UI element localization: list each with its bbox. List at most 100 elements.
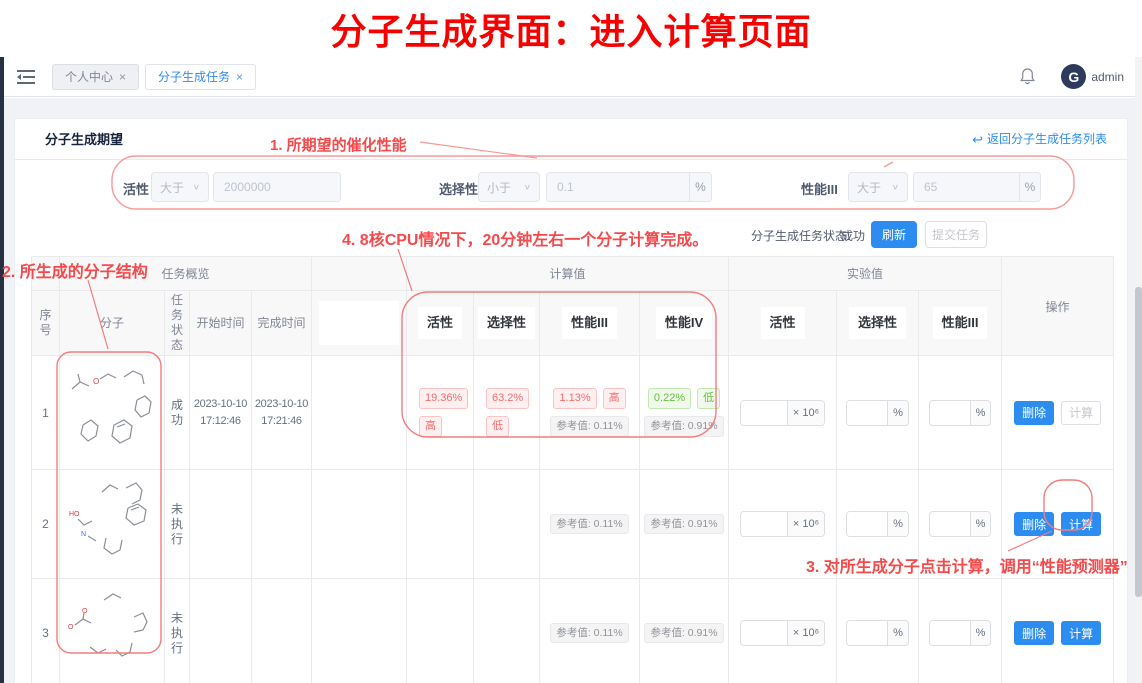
exp-selectivity-input[interactable] [847, 512, 887, 536]
table-row: 3 O O 未执行 [32, 579, 1114, 683]
svg-text:N: N [81, 531, 86, 538]
start-time [190, 470, 252, 579]
molecule-structure: O O [60, 579, 165, 683]
empty-group-cell [32, 257, 60, 291]
reference-badge: 参考值: 0.11% [550, 416, 628, 437]
task-status-row: 分子生成任务状态: 成功 刷新 提交任务 [15, 221, 1127, 249]
exp-perf3-input[interactable] [930, 401, 970, 425]
delete-button[interactable]: 删除 [1014, 621, 1054, 645]
level-badge: 低 [697, 388, 720, 409]
calc-perf4-cell: 0.22% 低 参考值: 0.91% [640, 356, 729, 470]
action-cell: 删除 计算 [1002, 470, 1114, 579]
end-time: 2023-10-10 17:21:46 [252, 356, 312, 470]
calc-selectivity-cell [474, 579, 540, 683]
row-index: 2 [32, 470, 60, 579]
column-exp-selectivity: 选择性 [837, 291, 919, 356]
perf3-label: 性能III [801, 179, 838, 198]
column-start-time: 开始时间 [190, 291, 252, 356]
column-calc-activity: 活性 [407, 291, 474, 356]
calc-perf4-cell: 参考值: 0.91% [640, 470, 729, 579]
scrollbar-thumb[interactable] [1135, 287, 1142, 597]
sub-header-row: 序号 分子 任务状态 开始时间 完成时间 活性 选择性 性能III 性能IV 活… [32, 291, 1114, 356]
exp-selectivity-input[interactable] [847, 401, 887, 425]
exp-activity-input[interactable] [741, 401, 787, 425]
row-status: 未执行 [165, 470, 190, 579]
row-index: 1 [32, 356, 60, 470]
calc-button[interactable]: 计算 [1061, 401, 1101, 425]
reference-badge: 参考值: 0.11% [550, 623, 628, 644]
group-calculated-values: 计算值 [407, 257, 729, 291]
column-action: 操作 [1002, 257, 1114, 356]
perf3-operator-select[interactable]: 大于 ∨ [848, 172, 908, 202]
calc-perf4-cell: 参考值: 0.91% [640, 579, 729, 683]
operator-value: 大于 [857, 179, 881, 196]
exp-perf3-cell: % [919, 470, 1002, 579]
selectivity-input-wrap: % [546, 172, 712, 202]
activity-input-wrap [213, 172, 341, 202]
submit-task-button[interactable]: 提交任务 [925, 221, 987, 248]
row-status: 未执行 [165, 579, 190, 683]
operator-value: 小于 [487, 179, 511, 196]
refresh-button[interactable]: 刷新 [871, 221, 917, 248]
card-header: 分子生成期望 ↩ 返回分子生成任务列表 [15, 119, 1127, 160]
exp-selectivity-cell: % [837, 470, 919, 579]
selectivity-input[interactable] [547, 173, 689, 201]
selectivity-operator-select[interactable]: 小于 ∨ [478, 172, 540, 202]
column-calc-selectivity: 选择性 [474, 291, 540, 356]
exp-selectivity-cell: % [837, 579, 919, 683]
exp-selectivity-input[interactable] [847, 621, 887, 645]
notification-bell-icon[interactable] [1020, 68, 1035, 85]
level-badge: 高 [419, 416, 442, 437]
percent-suffix: % [689, 173, 711, 201]
calc-selectivity-cell [474, 470, 540, 579]
percent-suffix: % [970, 512, 991, 536]
calc-button-highlighted[interactable]: 计算 [1061, 512, 1101, 536]
tab-molecule-generation-task[interactable]: 分子生成任务 × [145, 64, 256, 90]
action-cell: 删除 计算 [1002, 579, 1114, 683]
column-exp-activity: 活性 [729, 291, 837, 356]
column-molecule: 分子 [60, 291, 165, 356]
exp-activity-cell: × 10⁶ [729, 579, 837, 683]
exp-activity-input[interactable] [741, 512, 787, 536]
operator-value: 大于 [160, 179, 184, 196]
reference-badge: 参考值: 0.91% [644, 416, 723, 437]
exp-activity-input[interactable] [741, 621, 787, 645]
svg-text:O: O [82, 608, 88, 615]
avatar: G [1061, 64, 1086, 89]
column-index: 序号 [32, 291, 60, 356]
group-header-row: 任务概览 计算值 实验值 操作 [32, 257, 1114, 291]
end-time [252, 470, 312, 579]
svg-text:O: O [68, 624, 74, 631]
value-badge: 1.13% [553, 388, 596, 409]
tab-close-icon[interactable]: × [236, 70, 243, 84]
perf3-input[interactable] [914, 173, 1019, 201]
calc-perf3-cell: 参考值: 0.11% [540, 470, 640, 579]
times-ten-suffix: × 10⁶ [787, 512, 824, 536]
tab-close-icon[interactable]: × [119, 70, 126, 84]
exp-perf3-input[interactable] [930, 621, 970, 645]
column-exp-perf3: 性能III [919, 291, 1002, 356]
collapse-sidebar-icon[interactable] [16, 69, 36, 85]
activity-input[interactable] [214, 173, 340, 201]
exp-perf3-input[interactable] [930, 512, 970, 536]
value-badge: 0.22% [648, 388, 691, 409]
table-row: 2 HO N [32, 470, 1114, 579]
return-arrow-icon: ↩ [972, 119, 983, 160]
start-time: 2023-10-10 17:12:46 [190, 356, 252, 470]
exp-activity-cell: × 10⁶ [729, 470, 837, 579]
percent-suffix: % [970, 621, 991, 645]
page: 分子生成界面：进入计算页面 个人中心 × 分子生成任务 × G admin [0, 0, 1142, 683]
delete-button[interactable]: 删除 [1014, 512, 1054, 536]
reference-badge: 参考值: 0.91% [644, 623, 723, 644]
activity-operator-select[interactable]: 大于 ∨ [151, 172, 209, 202]
chevron-down-icon: ∨ [524, 183, 531, 192]
user-menu[interactable]: G admin [1061, 64, 1124, 89]
tab-personal-center[interactable]: 个人中心 × [52, 64, 139, 90]
delete-button[interactable]: 删除 [1014, 401, 1054, 425]
calc-button[interactable]: 计算 [1061, 621, 1101, 645]
back-to-task-list-link[interactable]: ↩ 返回分子生成任务列表 [972, 119, 1107, 160]
percent-suffix: % [887, 512, 908, 536]
blank-cell [312, 356, 407, 470]
reference-badge: 参考值: 0.11% [550, 514, 628, 535]
content-card: 分子生成期望 ↩ 返回分子生成任务列表 活性 大于 ∨ 选择性 小于 [14, 118, 1128, 683]
